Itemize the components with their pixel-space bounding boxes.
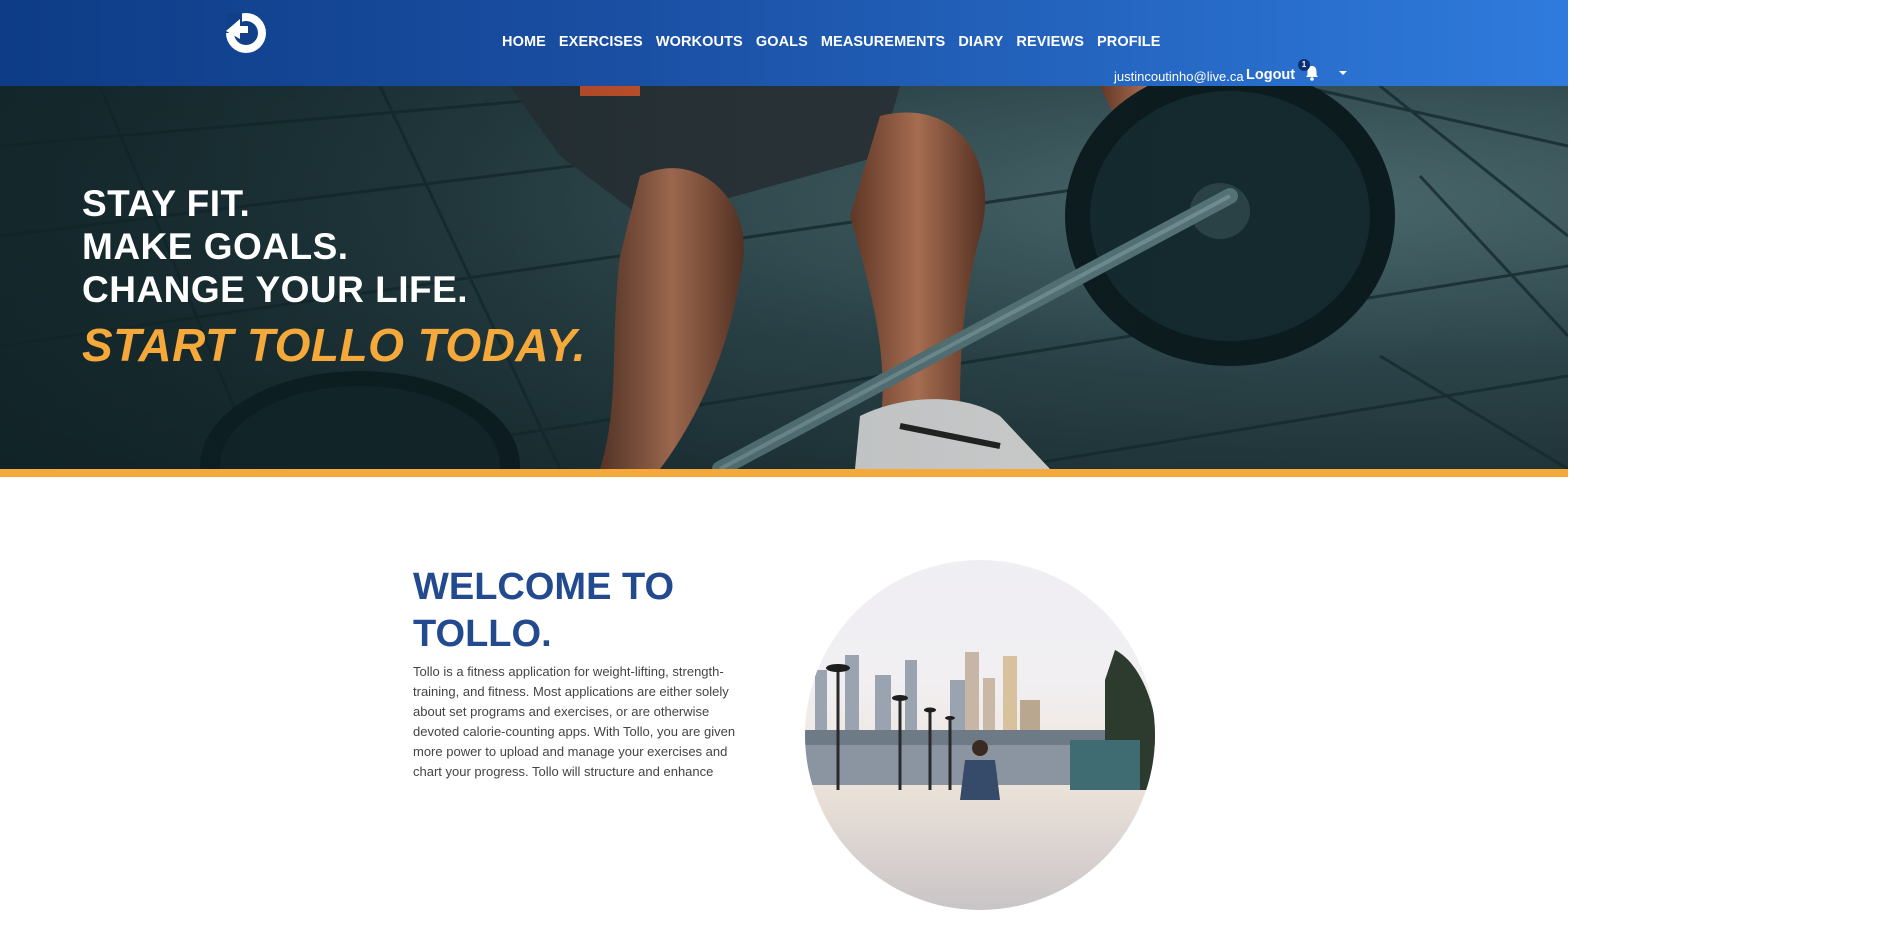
hero-accent-divider	[0, 469, 1568, 477]
caret-down-icon[interactable]	[1339, 71, 1347, 75]
logout-link[interactable]: Logout	[1246, 67, 1295, 83]
nav-profile[interactable]: PROFILE	[1097, 34, 1161, 50]
city-skyline-photo	[805, 560, 1155, 910]
nav-exercises[interactable]: EXERCISES	[559, 34, 643, 50]
hero-cta-text: START TOLLO TODAY.	[82, 319, 586, 371]
main-nav: HOME EXERCISES WORKOUTS GOALS MEASUREMEN…	[502, 34, 1174, 50]
user-email: justincoutinho@live.ca	[1114, 69, 1244, 84]
nav-reviews[interactable]: REVIEWS	[1016, 34, 1084, 50]
nav-home[interactable]: HOME	[502, 34, 546, 50]
hero-headline: STAY FIT. MAKE GOALS. CHANGE YOUR LIFE.	[82, 182, 468, 311]
top-navbar: HOME EXERCISES WORKOUTS GOALS MEASUREMEN…	[0, 0, 1568, 86]
welcome-description: Tollo is a fitness application for weigh…	[413, 664, 736, 779]
welcome-title: WELCOME TO TOLLO.	[413, 566, 675, 655]
tollo-logo-icon[interactable]	[222, 9, 268, 55]
nav-diary[interactable]: DIARY	[958, 34, 1003, 50]
nav-goals[interactable]: GOALS	[756, 34, 808, 50]
nav-measurements[interactable]: MEASUREMENTS	[821, 34, 945, 50]
hero-banner: STAY FIT. MAKE GOALS. CHANGE YOUR LIFE. …	[0, 86, 1568, 469]
hero-line-2: MAKE GOALS.	[82, 226, 349, 267]
hero-line-3: CHANGE YOUR LIFE.	[82, 269, 469, 310]
hero-line-1: STAY FIT.	[82, 183, 251, 224]
notification-badge: 1	[1298, 59, 1310, 71]
nav-workouts[interactable]: WORKOUTS	[656, 34, 743, 50]
